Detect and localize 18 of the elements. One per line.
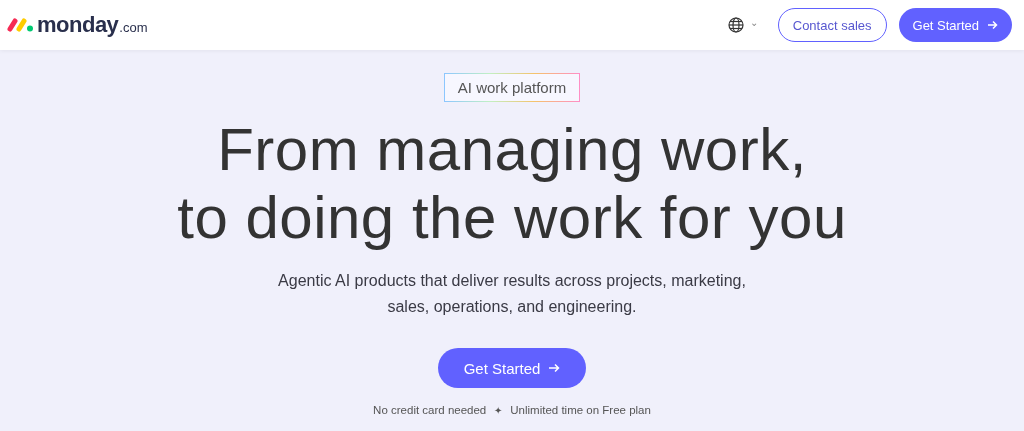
- arrow-icon: [987, 20, 998, 30]
- subtitle: Agentic AI products that deliver results across projects, marketing,: [278, 271, 746, 291]
- subtitle: sales, operations, and engineering.: [387, 297, 637, 317]
- get-started-button[interactable]: Get Started: [437, 348, 587, 388]
- sparkle-separator: ✦: [494, 404, 503, 416]
- globe-icon[interactable]: [727, 17, 744, 33]
- logo-suffix: .com: [119, 20, 148, 35]
- get-started-button[interactable]: Get Started: [898, 8, 1012, 42]
- caret-icon[interactable]: ⌄: [749, 16, 758, 28]
- badge: AI work platform: [443, 73, 581, 102]
- logo-icon: [6, 17, 36, 33]
- headline: From managing work,: [217, 116, 807, 184]
- note-text: No credit card needed: [373, 404, 487, 416]
- headline: to doing the work for you: [177, 184, 847, 252]
- contact-sales-button[interactable]: Contact sales: [777, 8, 887, 42]
- logo-wordmark[interactable]: monday: [37, 12, 119, 38]
- note-text: Unlimited time on Free plan: [510, 404, 651, 416]
- arrow-icon: [548, 363, 561, 373]
